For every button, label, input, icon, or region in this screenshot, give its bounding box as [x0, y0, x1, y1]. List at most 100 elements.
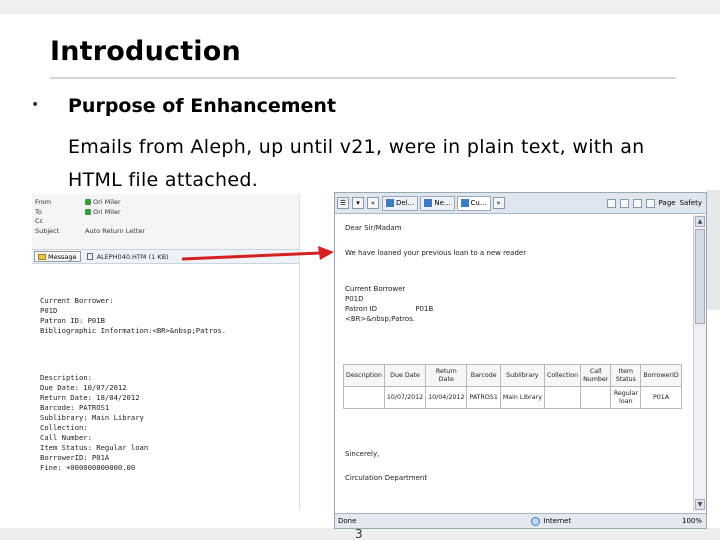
table-cell: Main Library — [499, 386, 545, 409]
chevron-left-icon[interactable]: « — [367, 197, 379, 209]
html-email-screenshot: ☰ ▾ « Del... Ne... Cu... » Page Safety D… — [334, 192, 707, 529]
patron-id-label: Patron ID — [345, 305, 378, 313]
page-icon — [424, 199, 433, 207]
greeting: Dear Sir/Madam — [345, 224, 402, 232]
plain-line: Collection: — [40, 423, 88, 432]
plain-text-body: Current Borrower: P01D Patron ID: P01B B… — [40, 296, 298, 473]
scroll-thumb[interactable] — [695, 229, 705, 324]
intro-line: We have loaned your previous loan to a n… — [345, 249, 527, 257]
message-button[interactable]: Message — [34, 251, 81, 262]
header-key: Subject — [35, 226, 60, 235]
signoff-block: Sincerely, Circulation Department — [345, 449, 427, 483]
column-header: Barcode — [466, 364, 501, 387]
browser-tab-2[interactable]: Ne... — [420, 195, 455, 211]
safety-menu[interactable]: Safety — [680, 199, 702, 207]
header-value: Auto Return Letter — [85, 226, 146, 235]
plain-line: Sublibrary: Main Library — [40, 413, 144, 422]
header-row-from: From Ori Miler — [35, 198, 299, 208]
column-header: Due Date — [383, 364, 427, 387]
side-decoration — [706, 190, 720, 310]
header-row-cc: Cc — [35, 217, 299, 227]
column-header: Sublibrary — [499, 364, 545, 387]
red-arrow — [182, 246, 334, 261]
attachment-name: ALEPH040.HTM (1 KB) — [96, 252, 169, 261]
scroll-down-icon[interactable]: ▼ — [695, 499, 705, 510]
page-icon — [386, 199, 394, 207]
browser-tab-1[interactable]: Del... — [382, 195, 419, 211]
plain-line: Patron ID: P01B — [40, 316, 105, 325]
header-value: Ori Miler — [85, 198, 121, 208]
feeds-icon[interactable] — [619, 198, 629, 208]
column-header: Call Number — [580, 364, 612, 387]
presence-icon — [85, 199, 91, 205]
presence-icon — [85, 208, 91, 215]
current-borrower-label: Current Borrower — [345, 285, 406, 293]
tab-list-icon[interactable]: ▾ — [352, 197, 364, 209]
body-paragraph: Emails from Aleph, up until v21, were in… — [68, 136, 645, 191]
column-header: Return Date — [425, 364, 468, 387]
slide-title: Introduction — [50, 36, 241, 67]
table-cell: 10/07/2012 — [383, 386, 427, 409]
loan-table: Description Due Date Return Date Barcode… — [343, 364, 682, 409]
attachment-file[interactable]: ALEPH040.HTM (1 KB) — [86, 252, 169, 261]
bullet-marker: • — [31, 97, 40, 113]
html-email-body: Dear Sir/Madam We have loaned your previ… — [345, 223, 690, 324]
mail-icon[interactable] — [632, 198, 642, 208]
zone-label: Internet — [543, 517, 572, 525]
header-key: Cc — [35, 217, 44, 225]
header-key: From — [35, 198, 52, 206]
table-cell — [580, 386, 612, 409]
plain-email-screenshot: From Ori Miler To Ori Miler Cc Subject A… — [32, 194, 300, 510]
page-icon — [460, 199, 469, 207]
borrower-name: P01D — [345, 295, 364, 303]
plain-line: Call Number: — [40, 433, 92, 442]
message-button-label: Message — [48, 252, 77, 261]
browser-status-bar: Done Internet 100% — [335, 513, 706, 528]
bullet-heading: Purpose of Enhancement — [68, 95, 337, 117]
page-menu[interactable]: Page — [659, 199, 676, 207]
patron-id-row: Patron ID P01B — [345, 304, 690, 314]
patron-id-value: P01B — [415, 305, 434, 313]
plain-line: Barcode: PATROS1 — [40, 403, 110, 412]
column-header: Description — [343, 364, 385, 387]
toolbar-right: Page Safety — [606, 198, 706, 208]
header-key: To — [35, 207, 42, 216]
file-icon — [86, 253, 93, 260]
table-cell: 10/04/2012 — [425, 386, 468, 409]
page-number: 3 — [355, 527, 363, 540]
plain-line: BorrowerID: P01A — [40, 453, 110, 462]
plain-line: Bibliographic Information:<BR>&nbsp;Patr… — [40, 326, 227, 335]
column-header: BorrowerID — [640, 364, 682, 387]
column-header: Item Status — [610, 364, 642, 387]
print-icon[interactable] — [645, 198, 655, 208]
title-line: <BR>&nbsp;Patros. — [345, 315, 416, 323]
plain-line: Fine: +000000000000.00 — [40, 463, 136, 472]
plain-line: Due Date: 10/07/2012 — [40, 383, 127, 392]
table-cell — [343, 386, 385, 409]
scroll-up-icon[interactable]: ▲ — [695, 216, 705, 227]
browser-tab-active[interactable]: Cu... — [456, 195, 491, 211]
email-header-block: From Ori Miler To Ori Miler Cc Subject A… — [32, 194, 299, 250]
header-row-to: To Ori Miler — [35, 208, 299, 218]
chevron-right-icon[interactable]: » — [492, 197, 505, 209]
header-row-subject: Subject Auto Return Letter — [35, 227, 299, 237]
status-done: Done — [338, 517, 357, 525]
plain-line: P01D — [40, 306, 58, 315]
table-cell: P01A — [640, 386, 682, 409]
plain-line: Current Borrower: — [40, 296, 114, 305]
zoom-level[interactable]: 100% — [682, 517, 706, 525]
globe-icon — [531, 516, 541, 526]
table-row: 10/07/2012 10/04/2012 PATROS1 Main Libra… — [343, 386, 682, 409]
header-value: Ori Miler — [85, 208, 121, 218]
table-cell: PATROS1 — [466, 386, 501, 409]
table-cell: Regular loan — [610, 386, 642, 409]
signoff: Sincerely, — [345, 450, 380, 458]
favorites-icon[interactable]: ☰ — [337, 197, 349, 209]
home-icon[interactable] — [606, 198, 616, 208]
vertical-scrollbar[interactable]: ▲ ▼ — [693, 215, 706, 511]
department: Circulation Department — [345, 474, 428, 482]
plain-line: Item Status: Regular loan — [40, 443, 149, 452]
column-header: Collection — [543, 364, 582, 387]
table-header-row: Description Due Date Return Date Barcode… — [343, 364, 682, 387]
